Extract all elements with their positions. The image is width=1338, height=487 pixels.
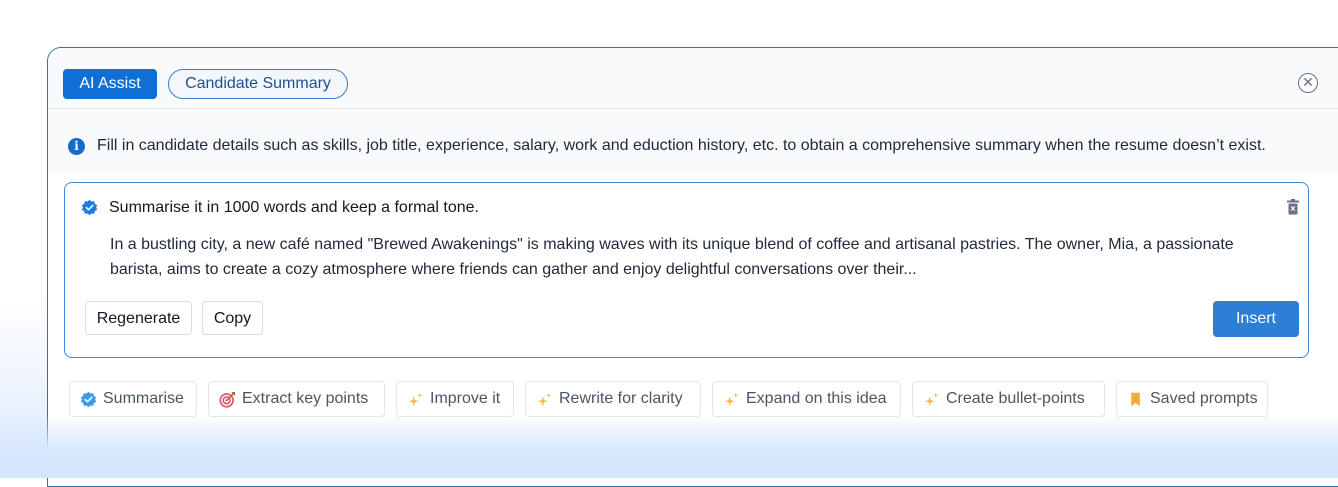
chip-create-bullet-points[interactable]: Create bullet-points xyxy=(912,381,1105,417)
chip-rewrite-for-clarity[interactable]: Rewrite for clarity xyxy=(525,381,701,417)
result-text: In a bustling city, a new café named "Br… xyxy=(110,236,1234,278)
trash-icon[interactable] xyxy=(1287,199,1299,215)
chip-label: Extract key points xyxy=(242,390,369,407)
sparkle-icon xyxy=(408,392,423,407)
verified-badge-icon xyxy=(80,391,97,408)
ai-assist-panel: AI Assist Candidate Summary ✕ i Fill in … xyxy=(47,47,1338,487)
chip-label: Create bullet-points xyxy=(946,390,1085,407)
chip-improve-it[interactable]: Improve it xyxy=(396,381,514,417)
info-banner: i Fill in candidate details such as skil… xyxy=(48,109,1338,173)
chip-expand-on-this-idea[interactable]: Expand on this idea xyxy=(712,381,901,417)
prompt-title: Summarise it in 1000 words and keep a fo… xyxy=(109,199,479,216)
background-glow xyxy=(0,300,47,478)
chip-label: Expand on this idea xyxy=(746,390,887,407)
sparkle-icon xyxy=(537,392,552,407)
close-icon[interactable]: ✕ xyxy=(1298,73,1318,93)
panel-header: AI Assist Candidate Summary ✕ xyxy=(48,48,1338,109)
chip-saved-prompts[interactable]: Saved prompts xyxy=(1116,381,1268,417)
ai-assist-tab[interactable]: AI Assist xyxy=(63,69,157,99)
chip-summarise[interactable]: Summarise xyxy=(69,381,197,417)
verified-badge-icon xyxy=(81,199,98,216)
insert-button[interactable]: Insert xyxy=(1213,301,1299,337)
chip-label: Rewrite for clarity xyxy=(559,390,683,407)
info-text: Fill in candidate details such as skills… xyxy=(97,137,1266,154)
bookmark-icon xyxy=(1131,392,1140,407)
target-icon xyxy=(219,392,235,408)
candidate-summary-tab[interactable]: Candidate Summary xyxy=(168,69,348,99)
chip-label: Improve it xyxy=(430,390,501,407)
result-card: Summarise it in 1000 words and keep a fo… xyxy=(64,182,1309,358)
sparkle-icon xyxy=(924,392,939,407)
chip-label: Saved prompts xyxy=(1150,390,1258,407)
info-icon: i xyxy=(68,138,85,155)
sparkle-icon xyxy=(724,392,739,407)
copy-button[interactable]: Copy xyxy=(202,301,263,335)
chip-extract-key-points[interactable]: Extract key points xyxy=(208,381,385,417)
regenerate-button[interactable]: Regenerate xyxy=(85,301,192,335)
chip-label: Summarise xyxy=(103,390,184,407)
